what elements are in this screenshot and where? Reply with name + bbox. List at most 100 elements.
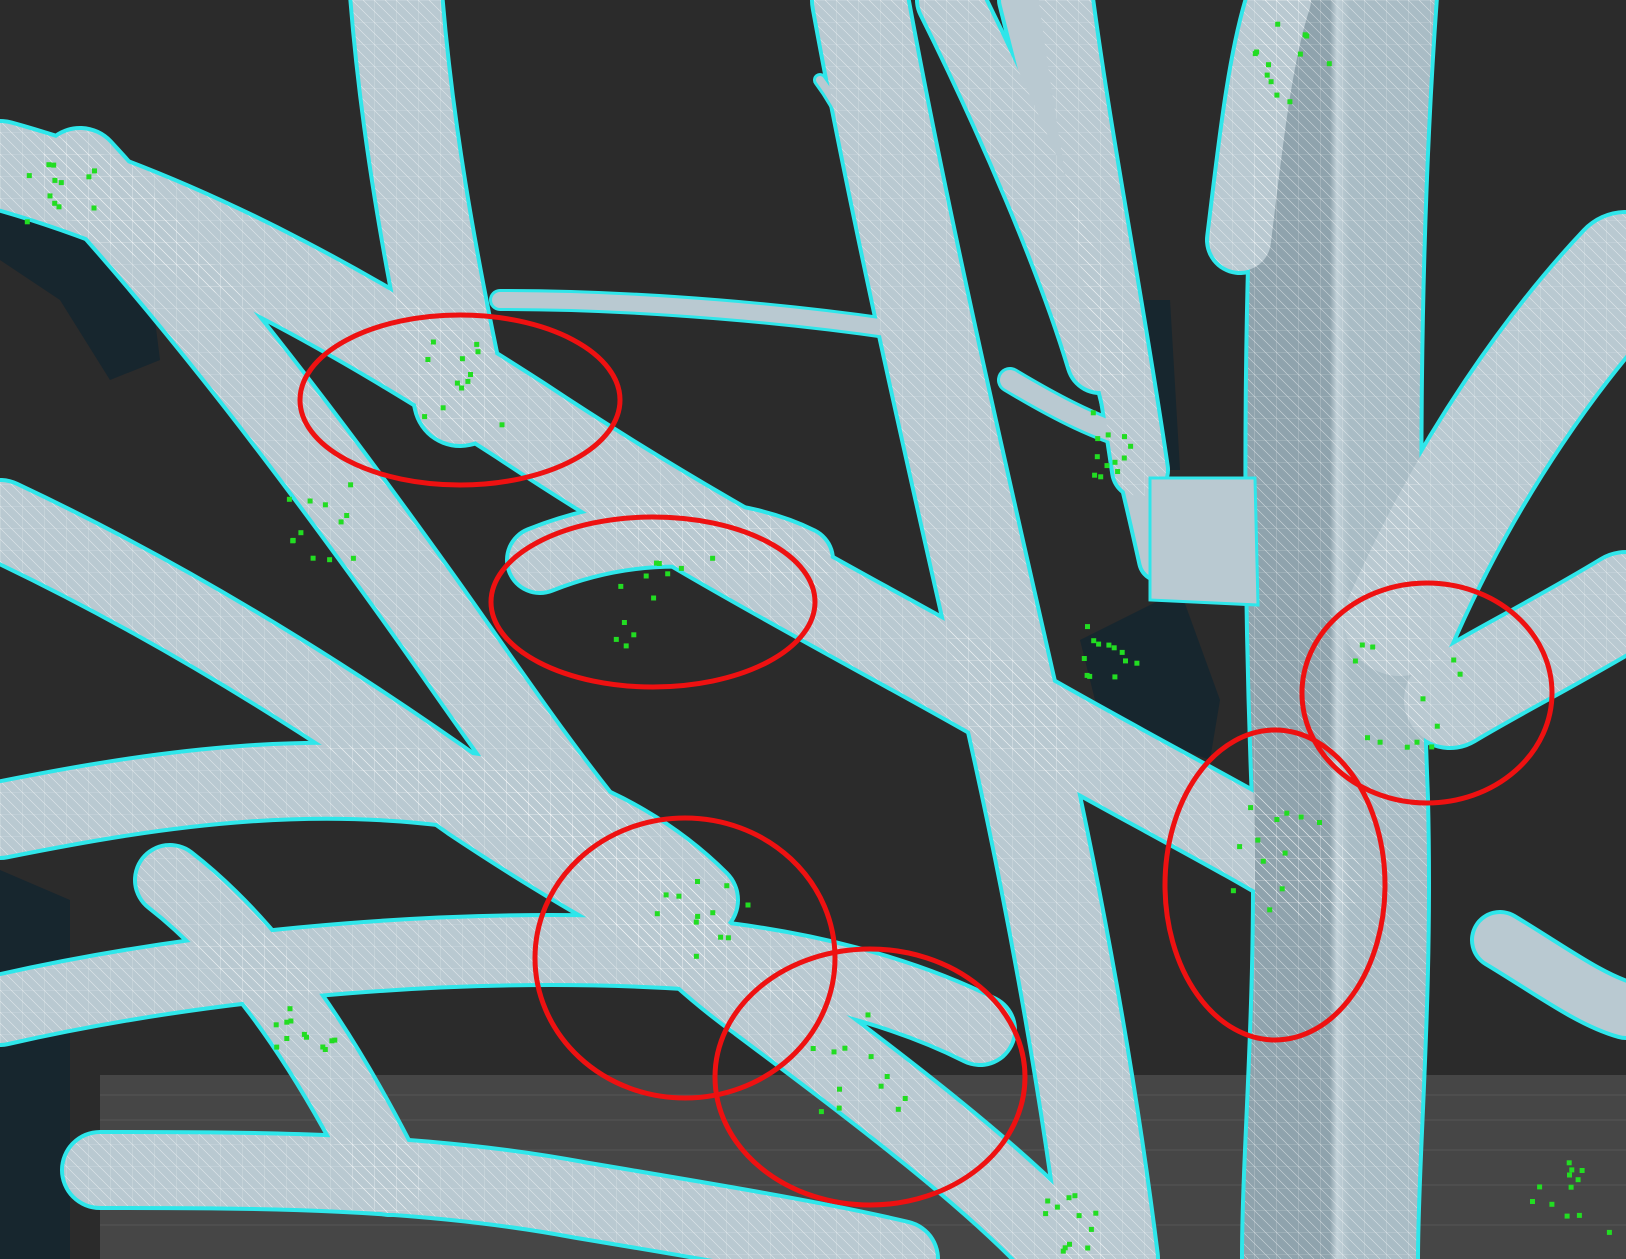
vertex-marker — [47, 193, 53, 199]
vertex-marker — [818, 1109, 824, 1115]
vertex-marker — [1274, 817, 1280, 822]
vertex-marker — [1104, 463, 1110, 469]
vertex-marker — [878, 1083, 884, 1089]
vertex-marker — [1248, 805, 1254, 811]
vertex-marker — [499, 422, 505, 428]
vertex-marker — [710, 910, 716, 916]
vertex-marker — [1537, 1184, 1543, 1190]
vertex-marker — [654, 911, 660, 917]
vertex-marker — [1054, 1204, 1060, 1210]
vertex-marker — [1112, 459, 1118, 465]
vertex-marker — [665, 571, 671, 577]
vertex-marker — [1274, 92, 1280, 98]
vertex-marker — [46, 162, 52, 168]
vertex-marker — [902, 1096, 908, 1101]
vertex-marker — [1434, 723, 1440, 729]
vertex-marker — [1123, 658, 1128, 664]
vertex-marker — [1092, 472, 1098, 478]
vertex-marker — [710, 555, 716, 561]
vertex-marker — [1076, 1213, 1082, 1219]
vertex-marker — [475, 349, 481, 355]
vertex-marker — [348, 482, 354, 488]
vertex-marker — [1267, 907, 1273, 913]
vertex-marker — [1352, 658, 1358, 664]
vertex-marker — [618, 583, 624, 589]
vertex-marker — [678, 565, 684, 571]
plane-helper[interactable] — [1148, 476, 1260, 607]
vertex-marker — [1096, 641, 1102, 647]
vertex-marker — [474, 341, 480, 347]
vertex-marker — [1297, 51, 1303, 57]
vertex-marker — [831, 1049, 837, 1055]
vertex-marker — [1106, 642, 1112, 648]
vertex-marker — [1264, 72, 1270, 78]
vertex-marker — [676, 893, 682, 899]
vertex-marker — [350, 555, 356, 561]
vertex-marker — [344, 513, 350, 518]
vertex-marker — [1105, 432, 1111, 438]
vertex-marker — [1568, 1184, 1574, 1190]
vertex-marker — [1420, 696, 1426, 702]
vertex-marker — [1279, 886, 1285, 892]
vertex-marker — [1255, 837, 1261, 843]
vertex-marker — [1122, 434, 1127, 440]
vertex-marker — [1091, 638, 1097, 644]
vertex-marker — [623, 643, 629, 649]
vertex-marker — [422, 414, 428, 420]
vertex-marker — [884, 1074, 890, 1079]
vertex-marker — [310, 555, 316, 561]
vertex-marker — [1045, 1198, 1051, 1204]
vertex-marker — [86, 174, 92, 180]
vertex-marker — [1579, 1168, 1585, 1173]
vertex-marker — [1252, 51, 1258, 57]
vertex-marker — [459, 356, 465, 362]
vertex-marker — [718, 934, 724, 940]
vertex-marker — [1377, 739, 1383, 745]
vertex-marker — [1287, 99, 1293, 105]
vertex-marker — [1094, 454, 1100, 460]
vertex-marker — [693, 953, 699, 959]
3d-viewport[interactable] — [0, 0, 1626, 1259]
vertex-marker — [695, 879, 700, 884]
vertex-marker — [287, 1006, 293, 1012]
vertex-marker — [1088, 1226, 1094, 1232]
vertex-marker — [656, 561, 662, 566]
vertex-marker — [1268, 79, 1274, 85]
vertex-marker — [1081, 656, 1087, 661]
vertex-marker — [1060, 1248, 1066, 1254]
vertex-marker — [1576, 1212, 1582, 1218]
vertex-marker — [322, 1047, 328, 1052]
vertex-marker — [307, 498, 313, 504]
vertex-marker — [454, 380, 460, 386]
vertex-marker — [725, 935, 731, 941]
vertex-marker — [693, 919, 699, 925]
vertex-marker — [1317, 820, 1322, 825]
vertex-marker — [338, 519, 344, 525]
vertex-marker — [286, 496, 292, 502]
vertex-marker — [1119, 649, 1125, 655]
vertex-marker — [322, 502, 328, 508]
vertex-marker — [91, 205, 97, 211]
vertex-marker — [651, 595, 657, 601]
vertex-marker — [836, 1105, 842, 1111]
vertex-marker — [1606, 1229, 1612, 1235]
vertex-marker — [92, 168, 97, 174]
vertex-marker — [26, 173, 32, 179]
vertex-marker — [1085, 624, 1090, 630]
viewport-scene[interactable] — [0, 0, 1626, 1259]
vertex-marker — [290, 537, 296, 543]
vertex-marker — [430, 339, 436, 345]
vertex-marker — [440, 405, 446, 411]
vertex-marker — [724, 883, 730, 889]
vertex-marker — [695, 913, 701, 919]
vertex-marker — [1260, 858, 1266, 864]
vertex-marker — [298, 530, 304, 536]
vertex-marker — [301, 1031, 307, 1037]
vertex-marker — [288, 1018, 294, 1024]
vertex-marker — [465, 378, 471, 384]
vertex-marker — [1128, 443, 1134, 449]
vertex-marker — [1429, 744, 1435, 750]
vertex-marker — [1414, 739, 1420, 745]
vertex-marker — [1087, 673, 1093, 679]
vertex-marker — [1072, 1193, 1078, 1199]
